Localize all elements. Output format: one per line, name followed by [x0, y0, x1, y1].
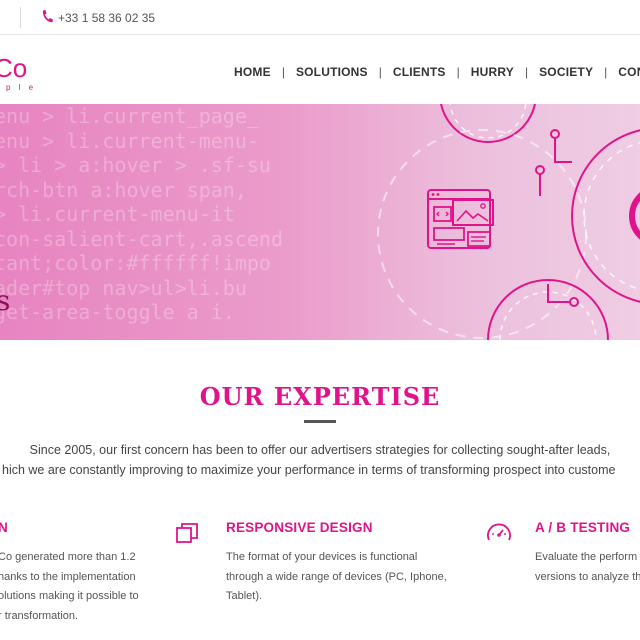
column-title-2: RESPONSIVE DESIGN [226, 520, 373, 535]
nav-item-clients[interactable]: CLIENTS [393, 65, 446, 79]
hero-banner: enu > li.current_page_ enu > li.current-m… [0, 104, 640, 340]
intro-line-2: hich we are constantly improving to maxi… [2, 463, 616, 477]
column-text-1: Co generated more than 1.2 hanks to the … [0, 551, 139, 622]
nav-item-contact[interactable]: CONTA [618, 65, 640, 79]
column-text-3: Evaluate the perform versions to analyze… [535, 551, 640, 583]
site-logo[interactable]: Co [0, 53, 27, 84]
nav-item-solutions[interactable]: SOLUTIONS [296, 65, 368, 79]
top-contact-bar: n +33 1 58 36 02 35 [0, 0, 640, 35]
nav-separator: | [524, 65, 529, 79]
expertise-intro: Since 2005, our first concern has been t… [0, 440, 640, 480]
email-link[interactable]: n [0, 11, 1, 25]
logo-tagline: p l e [6, 83, 37, 92]
hero-illustration [377, 104, 640, 340]
speedometer-icon [487, 523, 511, 541]
nav-item-hurry[interactable]: HURRY [471, 65, 514, 79]
intro-line-1: Since 2005, our first concern has been t… [29, 443, 611, 457]
nav-separator: | [378, 65, 382, 79]
nav-separator: | [604, 65, 608, 79]
hero-headline: s [0, 284, 11, 317]
section-title: OUR EXPERTISE [199, 382, 441, 411]
main-nav: HOME | SOLUTIONS | CLIENTS | HURRY | SOC… [234, 65, 640, 79]
site-header: Co p l e HOME | SOLUTIONS | CLIENTS | HU… [0, 35, 640, 104]
web-design-icon [427, 189, 494, 249]
nav-item-society[interactable]: SOCIETY [539, 65, 593, 79]
title-underline [304, 420, 336, 423]
nav-separator: | [456, 65, 460, 79]
column-title-1: N [0, 520, 8, 535]
column-title-3: A / B TESTING [535, 520, 631, 535]
phone-icon [42, 10, 53, 23]
column-text-2: The format of your devices is functional… [226, 551, 447, 602]
nav-separator: | [281, 65, 285, 79]
phone-number[interactable]: +33 1 58 36 02 35 [58, 11, 155, 25]
copy-squares-icon [176, 523, 198, 543]
topbar-divider [20, 7, 21, 28]
nav-item-home[interactable]: HOME [234, 65, 271, 79]
